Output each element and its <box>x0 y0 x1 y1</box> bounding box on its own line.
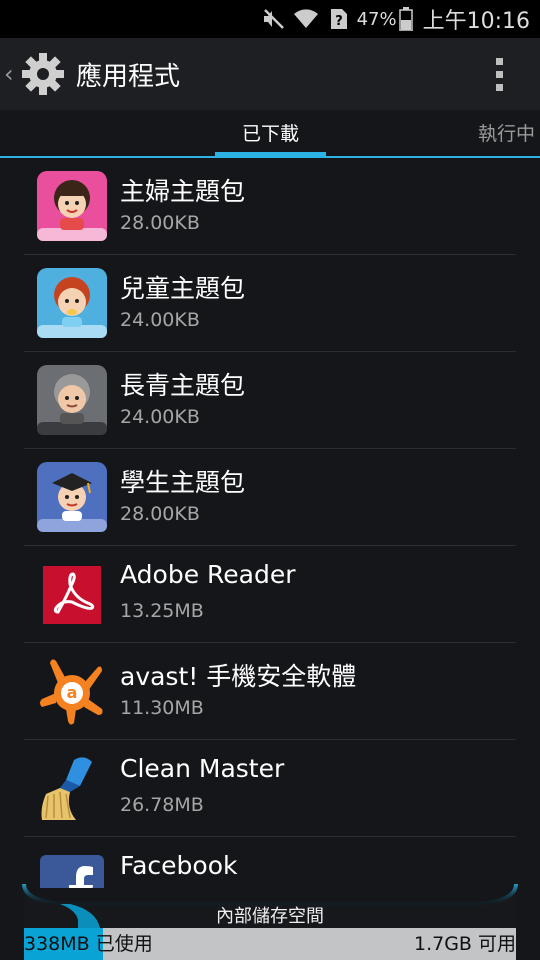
list-item[interactable]: 長青主題包 24.00KB <box>24 352 516 449</box>
action-bar: ‹ 應用程式 <box>0 38 540 110</box>
overflow-menu-icon[interactable] <box>494 58 504 92</box>
adobe-reader-icon <box>43 566 101 624</box>
storage-free-text: 1.7GB 可用 <box>413 933 516 955</box>
avast-icon: a <box>40 659 103 725</box>
up-navigation-icon[interactable]: ‹ <box>4 60 18 88</box>
list-item[interactable]: Adobe Reader 13.25MB <box>24 546 516 643</box>
app-name: 長青主題包 <box>120 371 246 400</box>
app-name: 主婦主題包 <box>120 177 246 206</box>
muted-icon <box>263 9 284 29</box>
tab-downloaded[interactable]: 已下載 <box>215 110 326 156</box>
list-item[interactable]: 主婦主題包 28.00KB <box>24 158 516 255</box>
senior-theme-icon <box>37 365 107 435</box>
app-size: 13.25MB <box>120 600 204 622</box>
status-bar: ? 47% 上午10:16 <box>0 0 540 38</box>
svg-text:a: a <box>67 683 78 702</box>
list-item[interactable]: Clean Master 26.78MB <box>24 740 516 837</box>
kids-theme-icon <box>37 268 107 338</box>
list-item[interactable]: 兒童主題包 24.00KB <box>24 255 516 352</box>
settings-gear-icon[interactable] <box>20 51 66 97</box>
app-name: Adobe Reader <box>120 560 296 589</box>
wifi-icon <box>293 9 318 28</box>
app-size: 28.00KB <box>120 212 200 234</box>
app-name: 學生主題包 <box>120 468 246 497</box>
no-sim-icon: ? <box>330 9 347 29</box>
clean-master-icon <box>41 757 92 820</box>
student-theme-icon <box>37 462 107 532</box>
app-name: Clean Master <box>120 754 285 783</box>
clock: 上午10:16 <box>422 9 530 34</box>
tab-bar: 已下載 執行中 <box>0 110 540 158</box>
battery-icon <box>398 7 413 31</box>
list-item[interactable]: 學生主題包 28.00KB <box>24 449 516 546</box>
page-title: 應用程式 <box>76 61 181 92</box>
battery-percent: 47% <box>356 8 397 30</box>
housewife-theme-icon <box>37 171 107 241</box>
app-size: 24.00KB <box>120 406 200 428</box>
app-size: 24.00KB <box>120 309 200 331</box>
app-name: avast! 手機安全軟體 <box>120 662 357 691</box>
tab-running[interactable]: 執行中 <box>478 110 535 156</box>
storage-used-text: 338MB 已使用 <box>24 933 153 955</box>
storage-bar: 338MB 已使用 1.7GB 可用 <box>24 928 516 960</box>
app-name: Facebook <box>120 851 238 880</box>
app-list: 主婦主題包 28.00KB 兒童主題包 24.00KB 長青主題包 24.00K… <box>24 158 516 888</box>
app-name: 兒童主題包 <box>120 274 246 303</box>
app-size: 11.30MB <box>120 697 204 719</box>
app-size: 28.00KB <box>120 503 200 525</box>
app-size: 26.78MB <box>120 794 204 816</box>
storage-title: 內部儲存空間 <box>216 906 324 927</box>
svg-text:?: ? <box>335 14 343 29</box>
list-item[interactable]: a avast! 手機安全軟體 11.30MB <box>24 643 516 740</box>
